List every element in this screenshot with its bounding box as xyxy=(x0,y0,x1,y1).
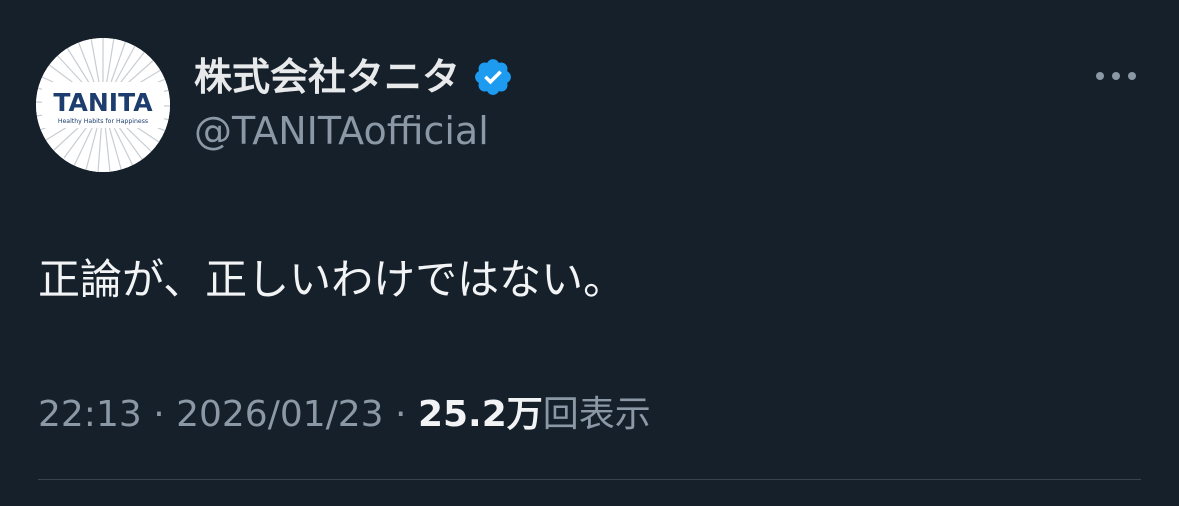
tweet-time[interactable]: 22:13 xyxy=(38,394,142,435)
display-name[interactable]: 株式会社タニタ xyxy=(194,52,460,102)
tweet-meta: 22:13 · 2026/01/23 · 25.2万回表示 xyxy=(38,390,651,440)
avatar-logo-text: TANITA xyxy=(53,88,153,117)
views-label: 回表示 xyxy=(542,394,651,435)
avatar-tagline: Healthy Habits for Happiness xyxy=(58,118,148,125)
views-count[interactable]: 25.2万 xyxy=(418,394,543,435)
tweet-date[interactable]: 2026/01/23 xyxy=(176,394,384,435)
meta-separator: · xyxy=(141,394,177,435)
author-name-row: 株式会社タニタ xyxy=(194,52,514,102)
author-handle[interactable]: @TANITAofficial xyxy=(194,106,489,156)
divider xyxy=(38,479,1141,480)
tanita-logo: TANITA Healthy Habits for Happiness xyxy=(36,38,170,172)
meta-separator: · xyxy=(383,394,418,435)
more-options-button[interactable] xyxy=(1088,58,1144,94)
more-horizontal-icon xyxy=(1096,72,1136,80)
verified-badge-icon[interactable] xyxy=(472,56,514,98)
avatar[interactable]: TANITA Healthy Habits for Happiness xyxy=(36,38,170,172)
tweet-text: 正論が、正しいわけではない。 xyxy=(38,255,626,304)
